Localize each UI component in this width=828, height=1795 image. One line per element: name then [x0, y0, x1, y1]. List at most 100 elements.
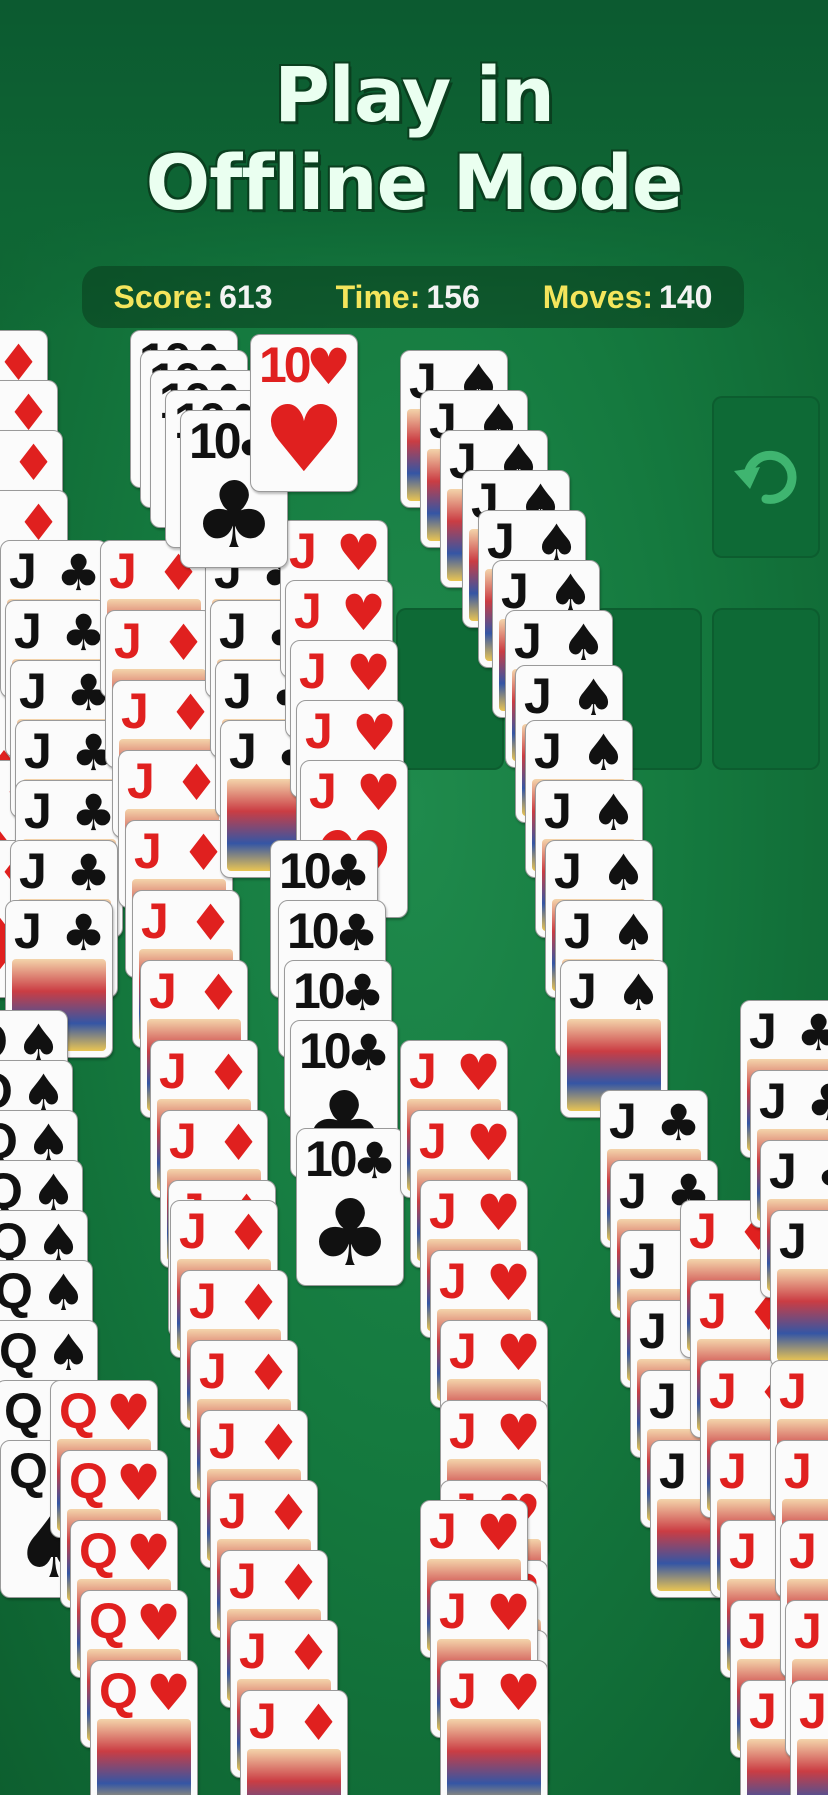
card-rank: J	[779, 1213, 807, 1269]
playing-card[interactable]: Q ♥	[90, 1660, 198, 1795]
playing-card[interactable]: J♥	[790, 1680, 828, 1795]
card-rank: 10	[293, 963, 346, 1019]
card-rank: J	[799, 1683, 827, 1739]
card-rank: J	[439, 1583, 467, 1639]
card-rank: J	[229, 723, 257, 779]
face-card-art	[797, 1739, 828, 1795]
card-rank: J	[619, 1163, 647, 1219]
card-rank: J	[149, 963, 177, 1019]
card-rank: J	[769, 1143, 797, 1199]
card-rank: Q	[69, 1453, 108, 1509]
card-rank: J	[759, 1073, 787, 1129]
card-suit-icon: ♣	[71, 784, 116, 842]
card-suit-icon: ♥	[496, 1324, 541, 1382]
card-suit-icon: ♦	[296, 1694, 341, 1752]
playing-card[interactable]: J♦	[240, 1690, 348, 1795]
face-card-art	[247, 1749, 341, 1795]
card-suit-icon: ♦	[161, 614, 206, 672]
card-rank: J	[659, 1443, 687, 1499]
card-rank: J	[419, 1113, 447, 1169]
card-rank: J	[24, 783, 52, 839]
card-suit-icon: ♣	[56, 544, 101, 602]
card-rank: Q	[4, 1383, 43, 1439]
card-rank: Q	[9, 1443, 48, 1499]
playing-card[interactable]: 10♣♣	[296, 1128, 404, 1286]
card-rank: J	[789, 1523, 817, 1579]
playing-card[interactable]: 10 ♥ ♥	[250, 334, 358, 492]
card-rank: J	[19, 843, 47, 899]
card-rank: J	[209, 1413, 237, 1469]
card-pip-icon: ♣	[308, 1180, 392, 1286]
card-rank: J	[544, 783, 572, 839]
card-rank: J	[219, 603, 247, 659]
card-suit-icon: ♦	[246, 1344, 291, 1402]
card-rank: J	[159, 1043, 187, 1099]
card-suit-icon: ♥	[476, 1504, 521, 1562]
card-rank: 10	[305, 1131, 358, 1187]
card-rank: J	[524, 668, 552, 724]
card-suit-icon: ♦	[174, 754, 219, 812]
card-suit-icon: ♣	[656, 1094, 701, 1152]
card-suit-icon: ♥	[476, 1184, 521, 1242]
card-suit-icon: ♦	[236, 1274, 281, 1332]
card-suit-icon: ♦	[196, 964, 241, 1022]
card-suit-icon: ♥	[486, 1254, 531, 1312]
card-rank: J	[609, 1093, 637, 1149]
card-rank: 10	[299, 1023, 352, 1079]
card-rank: J	[19, 663, 47, 719]
card-suit-icon: ♠	[561, 614, 606, 672]
card-rank: 10	[279, 843, 332, 899]
card-rank: Q	[0, 1323, 38, 1379]
card-rank: J	[449, 1323, 477, 1379]
card-suit-icon: ♦	[226, 1204, 271, 1262]
card-rank: J	[141, 893, 169, 949]
card-rank: J	[127, 753, 155, 809]
card-suit-icon: ♦	[286, 1624, 331, 1682]
card-rank: J	[514, 613, 542, 669]
card-suit-icon: ♠	[571, 669, 616, 727]
card-suit-icon: ♦	[206, 1044, 251, 1102]
playing-card[interactable]: J♥	[440, 1660, 548, 1795]
card-rank: J	[9, 543, 37, 599]
card-rank: J	[134, 823, 162, 879]
card-rank: J	[564, 903, 592, 959]
card-rank: J	[239, 1623, 267, 1679]
card-rank: J	[249, 1693, 277, 1749]
card-rank: J	[779, 1363, 807, 1419]
card-rank: Q	[59, 1383, 98, 1439]
card-suit-icon: ♠	[581, 724, 626, 782]
card-suit-icon: ♦	[266, 1484, 311, 1542]
card-suit-icon: ♥	[456, 1044, 501, 1102]
card-rank: J	[224, 663, 252, 719]
card-rank: J	[14, 903, 42, 959]
card-suit-icon: ♦	[276, 1554, 321, 1612]
card-rank: J	[749, 1003, 777, 1059]
card-rank: J	[719, 1443, 747, 1499]
card-suit-icon: ♣	[816, 1145, 828, 1201]
card-rank: J	[179, 1203, 207, 1259]
card-rank: 10	[259, 337, 312, 393]
card-suit-icon: ♥	[126, 1524, 171, 1582]
card-rank: J	[569, 963, 597, 1019]
card-rank: J	[229, 1553, 257, 1609]
card-suit-icon: ♥	[496, 1664, 541, 1722]
card-suit-icon: ♥	[106, 1384, 151, 1442]
card-rank: J	[219, 1483, 247, 1539]
card-rank: J	[439, 1253, 467, 1309]
card-rank: J	[749, 1683, 777, 1739]
card-suit-icon: ♣	[806, 1075, 828, 1131]
card-rank: J	[299, 643, 327, 699]
card-rank: J	[739, 1603, 767, 1659]
card-rank: J	[409, 1043, 437, 1099]
card-rank: J	[14, 603, 42, 659]
card-rank: J	[689, 1203, 717, 1259]
playing-card[interactable]: J♣	[770, 1210, 828, 1368]
face-card-art	[777, 1269, 828, 1361]
card-rank: J	[24, 723, 52, 779]
card-rank: J	[429, 1183, 457, 1239]
card-suit-icon: ♥	[136, 1594, 181, 1652]
card-suit-icon: ♠	[611, 904, 656, 962]
card-rank: J	[309, 763, 337, 819]
card-suit-icon: ♠	[591, 784, 636, 842]
card-pip-icon: ♥	[262, 386, 346, 492]
